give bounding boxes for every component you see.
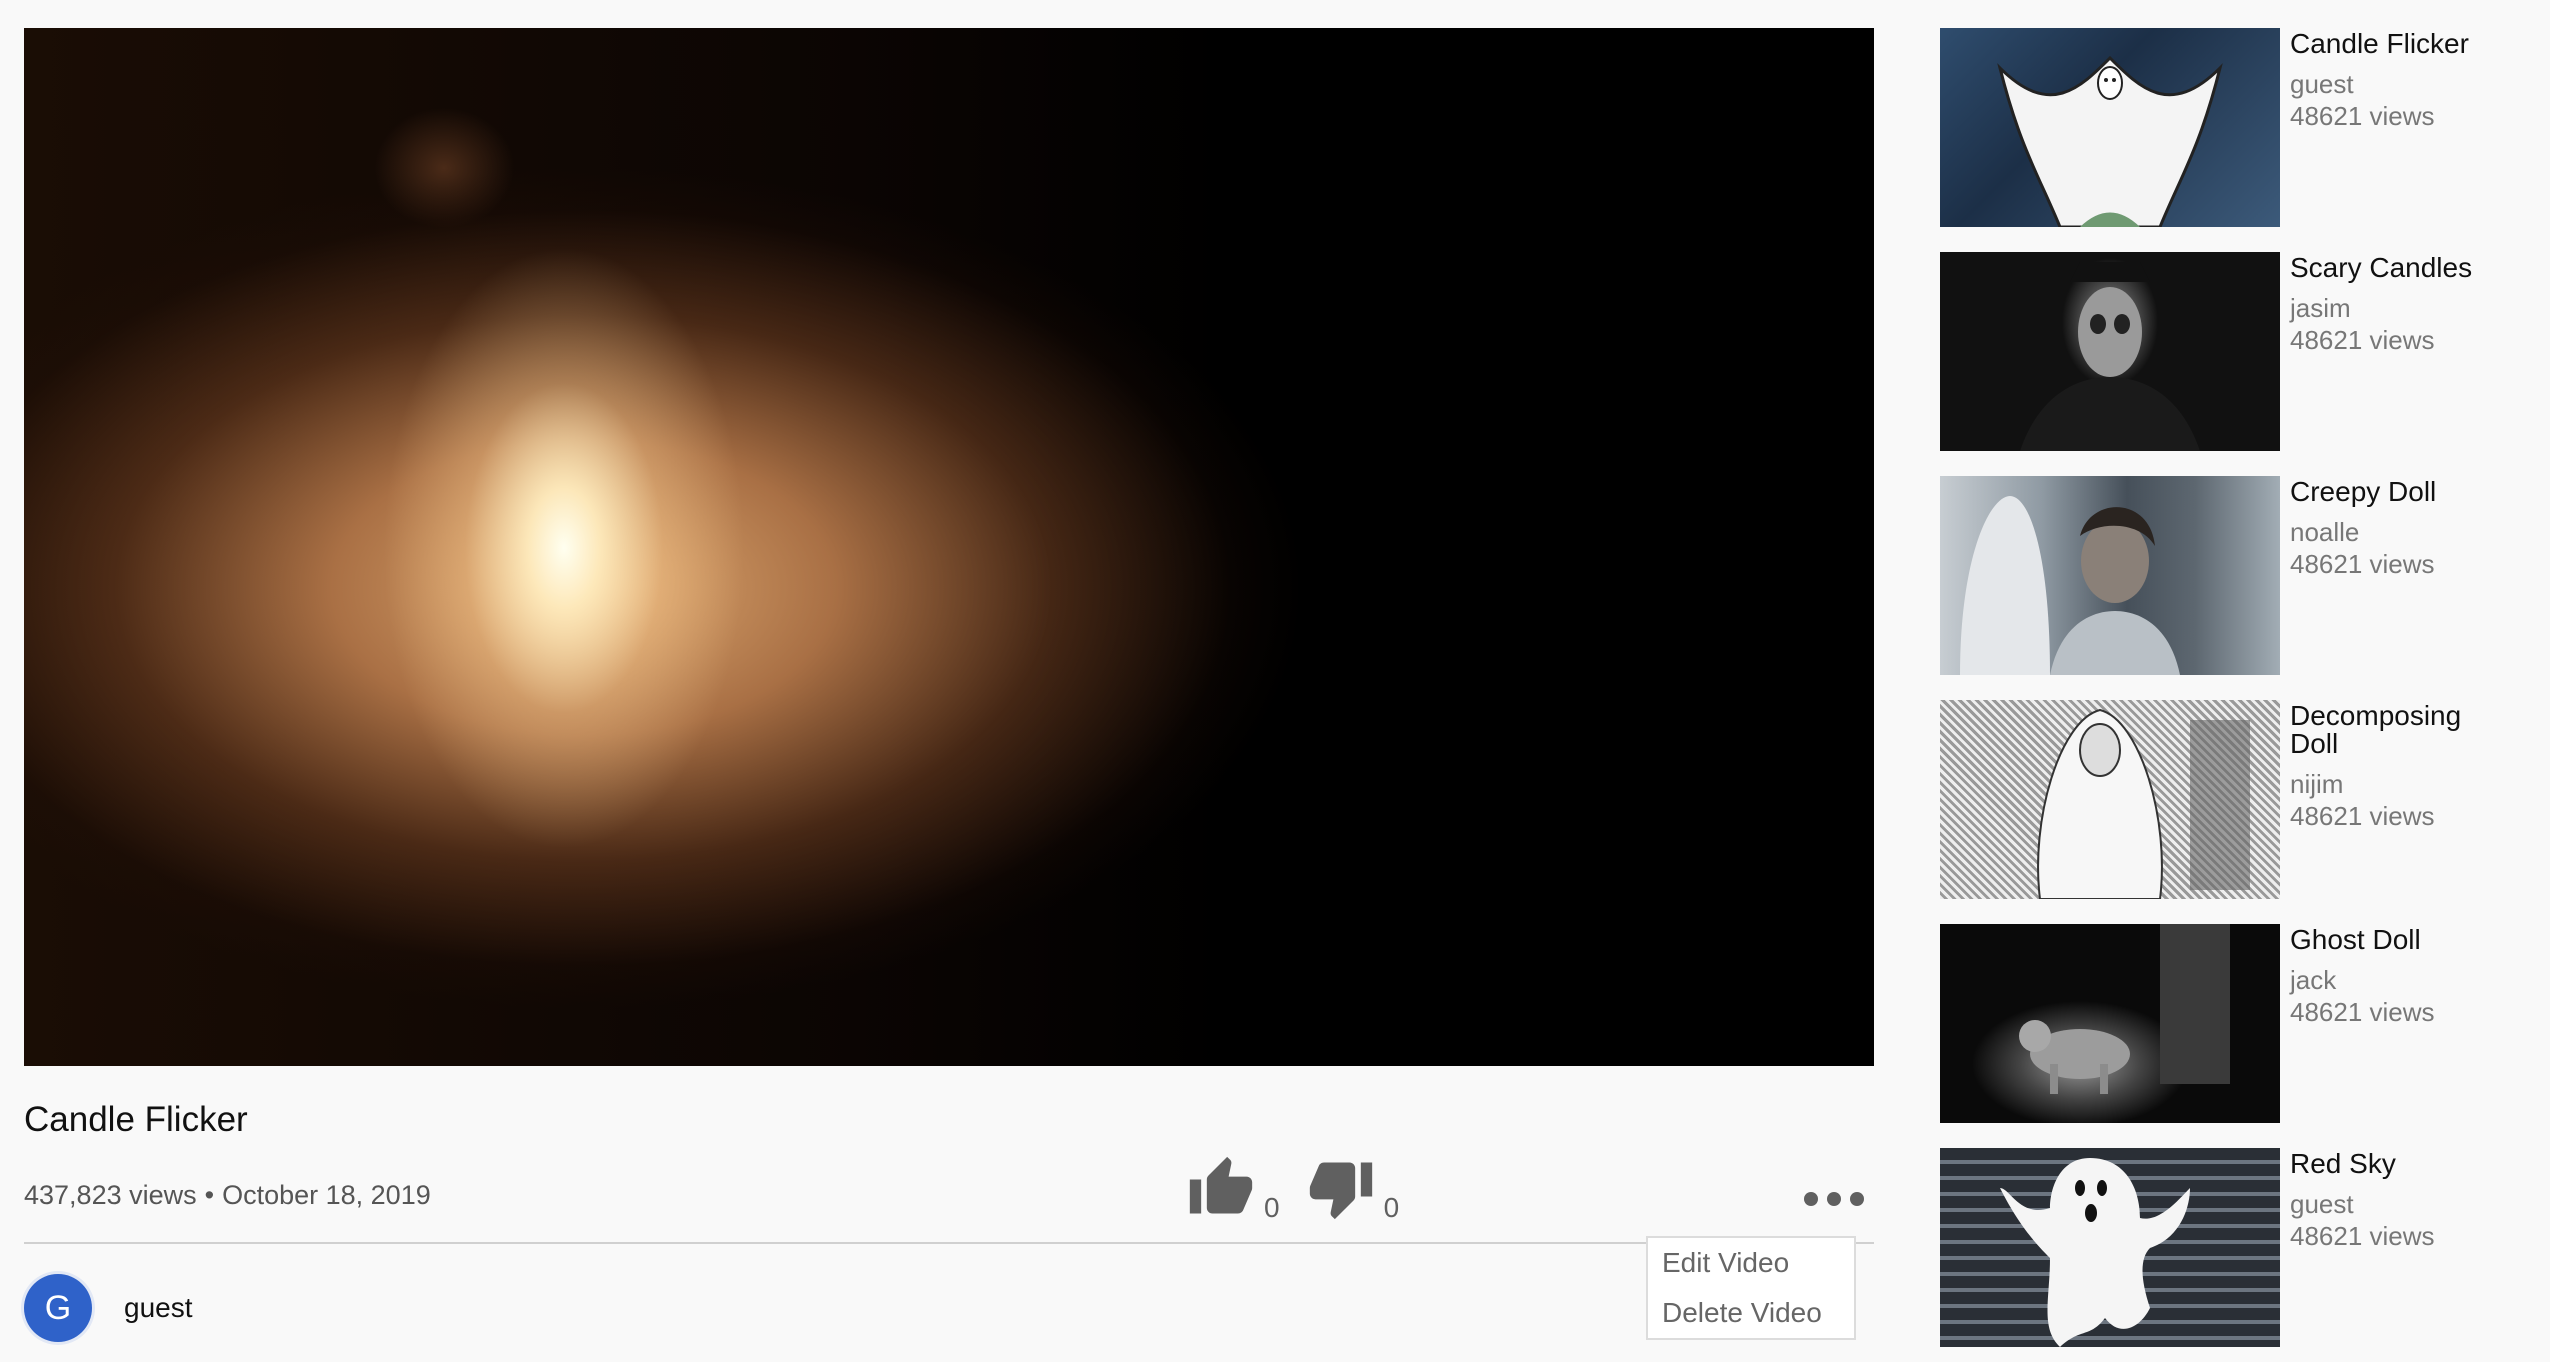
- video-player[interactable]: [24, 28, 1874, 1066]
- related-video-card[interactable]: Ghost Doll jack 48621 views: [1940, 924, 2500, 1124]
- divider: [24, 1242, 1874, 1244]
- related-video-views: 48621 views: [2290, 801, 2435, 831]
- ghost-cutout-thumbnail-art: [2000, 1158, 2190, 1347]
- more-horizontal-icon: [1804, 1192, 1818, 1206]
- video-meta: 437,823 views • October 18, 2019: [24, 1180, 431, 1211]
- related-video-views: 48621 views: [2290, 549, 2435, 579]
- channel-name[interactable]: guest: [124, 1292, 193, 1324]
- video-thumbnail[interactable]: [1940, 28, 2280, 227]
- edit-video-menu-item[interactable]: Edit Video: [1648, 1238, 1854, 1288]
- more-horizontal-icon-dot: [1850, 1192, 1864, 1206]
- like-button[interactable]: 0: [1186, 1154, 1280, 1223]
- card-info: Ghost Doll jack 48621 views: [2290, 924, 2500, 1028]
- meta-separator: •: [204, 1180, 215, 1210]
- video-thumbnail[interactable]: [1940, 476, 2280, 675]
- engraving-thumbnail-art: [2037, 708, 2250, 899]
- related-video-title[interactable]: Candle Flicker: [2290, 28, 2500, 58]
- more-options-button[interactable]: [1804, 1186, 1864, 1212]
- related-video-card[interactable]: Decomposing Doll nijim 48621 views: [1940, 700, 2500, 900]
- related-video-views: 48621 views: [2290, 101, 2435, 131]
- related-video-author: jack: [2290, 965, 2337, 995]
- video-thumbnail[interactable]: [1940, 924, 2280, 1123]
- ghost-thumbnail-art: [1997, 55, 2223, 227]
- cat-thumbnail-art: [2019, 924, 2230, 1094]
- related-videos-sidebar: Candle Flicker guest 48621 views Scary C…: [1940, 28, 2500, 1362]
- like-count: 0: [1264, 1192, 1280, 1223]
- dislike-button[interactable]: 0: [1306, 1154, 1400, 1223]
- related-video-author: noalle: [2290, 517, 2360, 547]
- related-video-author: guest: [2290, 1189, 2354, 1219]
- related-video-card[interactable]: Creepy Doll noalle 48621 views: [1940, 476, 2500, 676]
- upload-date: October 18, 2019: [222, 1180, 431, 1210]
- related-video-views: 48621 views: [2290, 1221, 2435, 1251]
- portrait-thumbnail-art: [1960, 496, 2180, 675]
- video-title: Candle Flicker: [24, 1100, 248, 1139]
- related-video-views: 48621 views: [2290, 325, 2435, 355]
- related-video-card[interactable]: Candle Flicker guest 48621 views: [1940, 28, 2500, 228]
- related-video-author: jasim: [2290, 293, 2351, 323]
- related-video-card[interactable]: Scary Candles jasim 48621 views: [1940, 252, 2500, 452]
- card-info: Decomposing Doll nijim 48621 views: [2290, 700, 2500, 832]
- video-options-menu: Edit Video Delete Video: [1646, 1236, 1856, 1340]
- figure-thumbnail-art: [2020, 262, 2200, 451]
- related-video-title[interactable]: Creepy Doll: [2290, 476, 2500, 506]
- thumbs-down-icon: [1309, 1162, 1372, 1220]
- delete-video-menu-item[interactable]: Delete Video: [1648, 1288, 1854, 1338]
- video-frame: [24, 28, 1874, 1066]
- related-video-card[interactable]: Red Sky guest 48621 views: [1940, 1148, 2500, 1348]
- related-video-author: guest: [2290, 69, 2354, 99]
- related-video-title[interactable]: Red Sky: [2290, 1148, 2500, 1178]
- reaction-bar: 0 0: [1186, 1148, 1400, 1223]
- video-thumbnail[interactable]: [1940, 700, 2280, 899]
- card-info: Scary Candles jasim 48621 views: [2290, 252, 2500, 356]
- more-horizontal-icon-dot: [1827, 1192, 1841, 1206]
- video-thumbnail[interactable]: [1940, 1148, 2280, 1347]
- avatar[interactable]: G: [24, 1274, 92, 1342]
- dislike-count: 0: [1383, 1192, 1400, 1223]
- video-page: Candle Flicker 437,823 views • October 18,…: [0, 0, 2550, 1362]
- related-video-author: nijim: [2290, 769, 2344, 799]
- card-info: Creepy Doll noalle 48621 views: [2290, 476, 2500, 580]
- view-count: 437,823 views: [24, 1180, 197, 1210]
- related-video-views: 48621 views: [2290, 997, 2435, 1027]
- card-info: Candle Flicker guest 48621 views: [2290, 28, 2500, 132]
- related-video-title[interactable]: Scary Candles: [2290, 252, 2500, 282]
- thumbs-up-icon: [1189, 1156, 1253, 1214]
- card-info: Red Sky guest 48621 views: [2290, 1148, 2500, 1252]
- related-video-title[interactable]: Ghost Doll: [2290, 924, 2500, 954]
- video-thumbnail[interactable]: [1940, 252, 2280, 451]
- related-video-title[interactable]: Decomposing Doll: [2290, 700, 2500, 758]
